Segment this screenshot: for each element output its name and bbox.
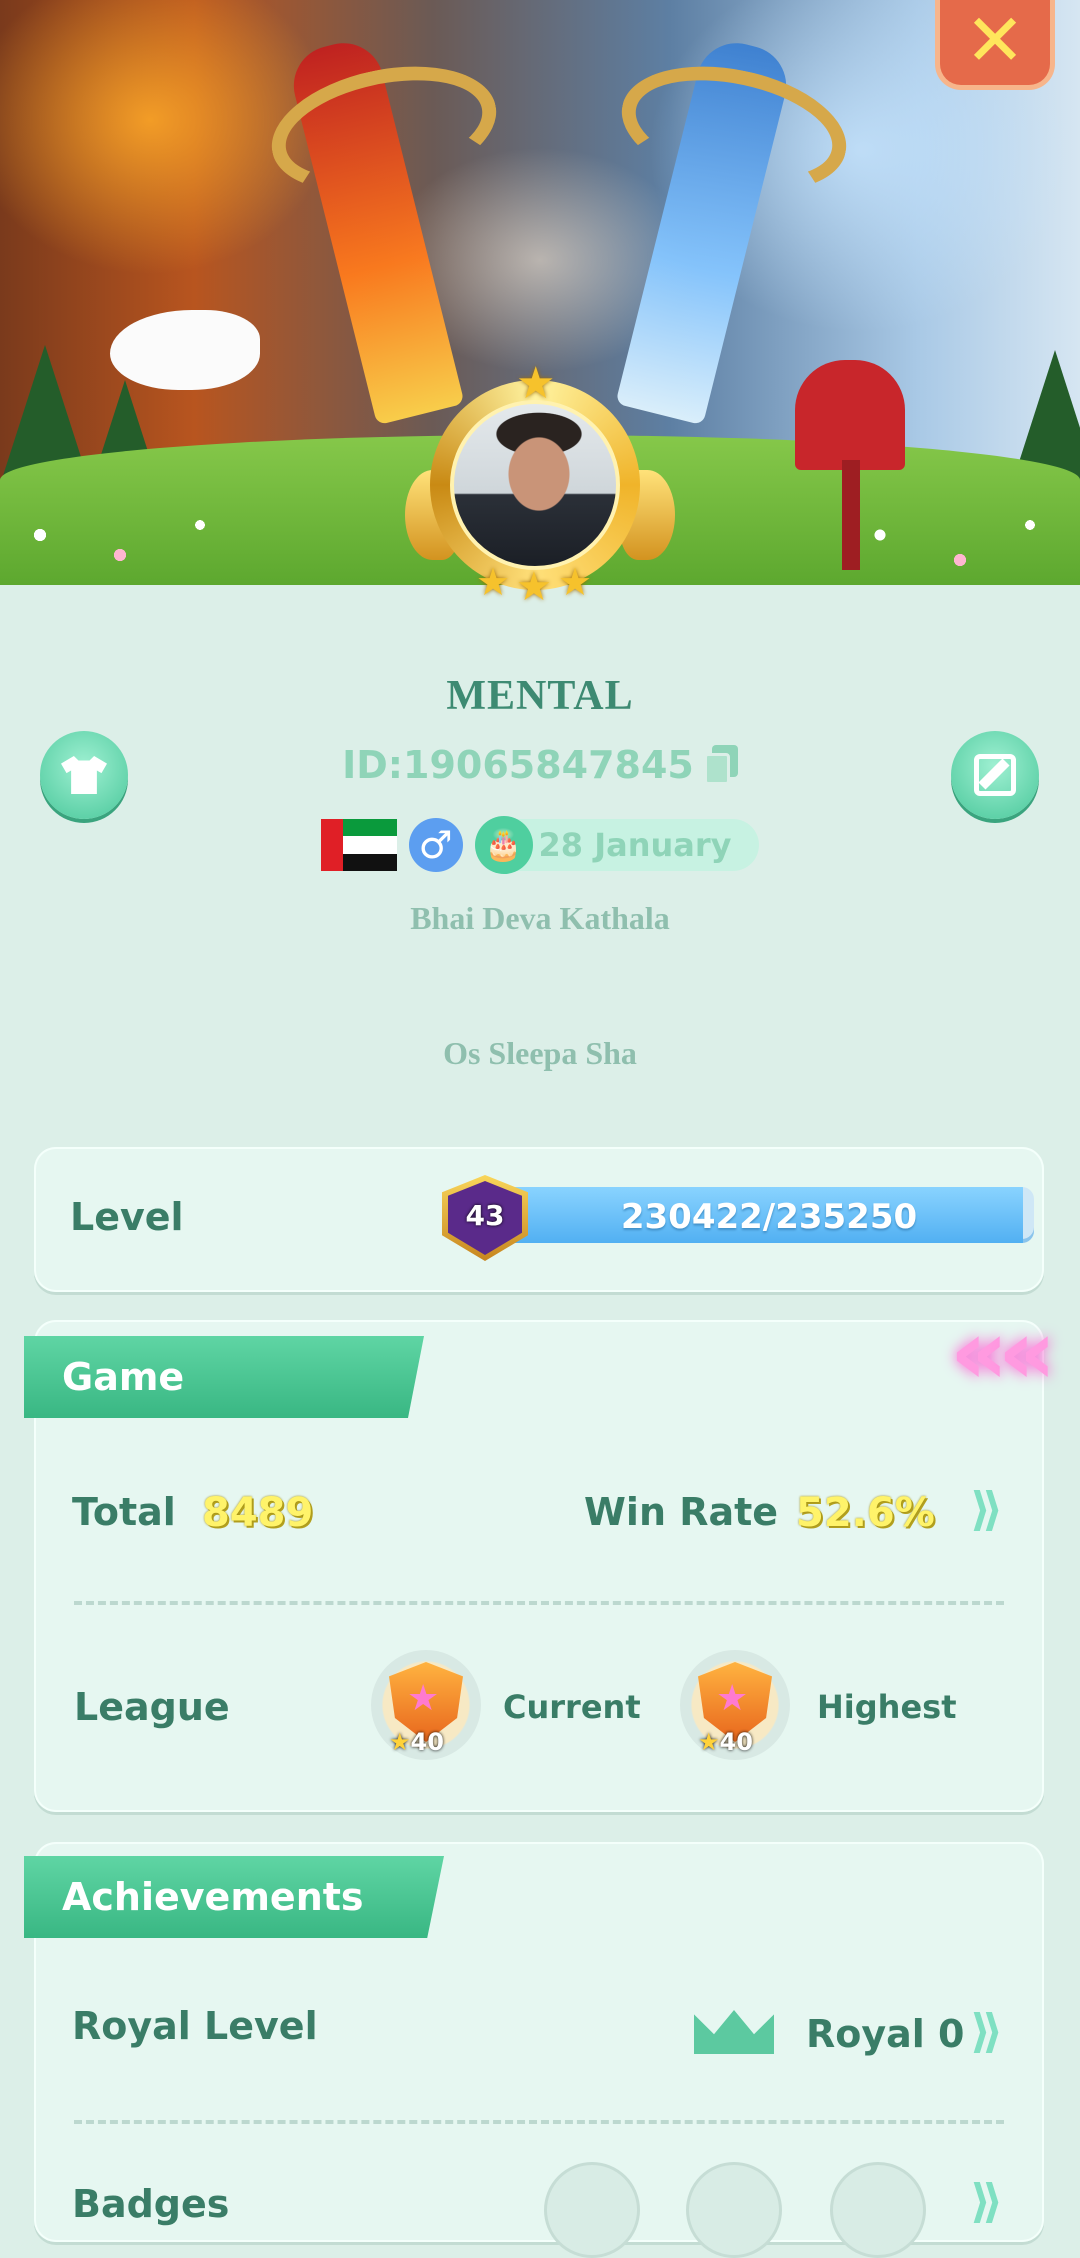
total-value: 8489 (202, 1490, 314, 1536)
star-icon: ★ (516, 358, 556, 409)
game-card: Game Total 8489 Win Rate 52.6% ⟫ League … (24, 1320, 1044, 1812)
achievements-section-header: Achievements (24, 1856, 444, 1938)
level-progress-bar: 230422/235250 (504, 1187, 1034, 1243)
current-league-icon[interactable]: ★ ★40 (371, 1650, 481, 1760)
badge-slot[interactable] (830, 2162, 926, 2258)
highest-league-label: Highest (817, 1688, 957, 1726)
uae-flag-icon (320, 819, 397, 871)
divider (74, 1601, 1004, 1605)
badges-chevron-icon[interactable]: ⟫ (970, 2174, 1003, 2228)
player-name: MENTAL (446, 673, 634, 719)
avatar (450, 400, 620, 570)
royal-level-chevron-icon[interactable]: ⟫ (970, 2004, 1003, 2058)
current-league-count: 40 (410, 1728, 444, 1756)
badge-slot[interactable] (544, 2162, 640, 2258)
player-id: ID:19065847845 (342, 743, 694, 787)
highest-league-icon[interactable]: ★ ★40 (680, 1650, 790, 1760)
game-section-header: Game (24, 1336, 424, 1418)
cake-icon: 🎂 (474, 816, 533, 874)
level-label: Level (70, 1195, 184, 1239)
achievements-section-title: Achievements (62, 1875, 364, 1919)
royal-level-label: Royal Level (72, 2004, 318, 2048)
star-icon: ★ (558, 560, 593, 604)
birthday-text: 28 January (538, 826, 732, 864)
star-icon: ★ (476, 560, 511, 604)
player-id-row: ID:19065847845 (0, 743, 1080, 787)
total-label: Total (72, 1490, 176, 1534)
profile-tags: ♂ 🎂 28 January (0, 816, 1080, 874)
current-league-label: Current (503, 1688, 641, 1726)
badges-label: Badges (72, 2182, 230, 2226)
male-icon: ♂ (408, 818, 463, 872)
birthday-badge: 🎂 28 January (474, 816, 760, 874)
highest-league-count: 40 (719, 1728, 753, 1756)
collapse-arrow-icon[interactable]: «« (950, 1300, 1080, 1405)
badge-slot[interactable] (686, 2162, 782, 2258)
close-icon: ✕ (964, 0, 1026, 82)
star-icon: ★ (516, 564, 552, 610)
close-button[interactable]: ✕ (935, 0, 1055, 90)
game-stats-chevron-icon[interactable]: ⟫ (970, 1482, 1003, 1536)
game-section-title: Game (62, 1355, 185, 1399)
royal-level-value: Royal 0 (806, 2012, 965, 2056)
crown-icon (690, 1992, 778, 2056)
winrate-label: Win Rate (584, 1490, 779, 1534)
signature-line-1: Bhai Deva Kathala (410, 900, 670, 936)
mailbox-art (795, 360, 905, 470)
level-progress-text: 230422/235250 (620, 1197, 918, 1237)
level-card: Level 230422/235250 43 (34, 1147, 1044, 1292)
level-number: 43 (465, 1198, 505, 1232)
mailbox-post-art (842, 460, 860, 570)
avatar-frame[interactable]: ★ ★ ★ ★ (405, 358, 675, 615)
divider (74, 2120, 1004, 2124)
league-label: League (74, 1685, 230, 1729)
signature-line-2: Os Sleepa Sha (443, 1035, 637, 1071)
copy-icon[interactable] (703, 745, 738, 785)
winrate-value: 52.6% (796, 1490, 935, 1536)
achievements-card: Achievements Royal Level Royal 0 ⟫ Badge… (24, 1842, 1044, 2258)
